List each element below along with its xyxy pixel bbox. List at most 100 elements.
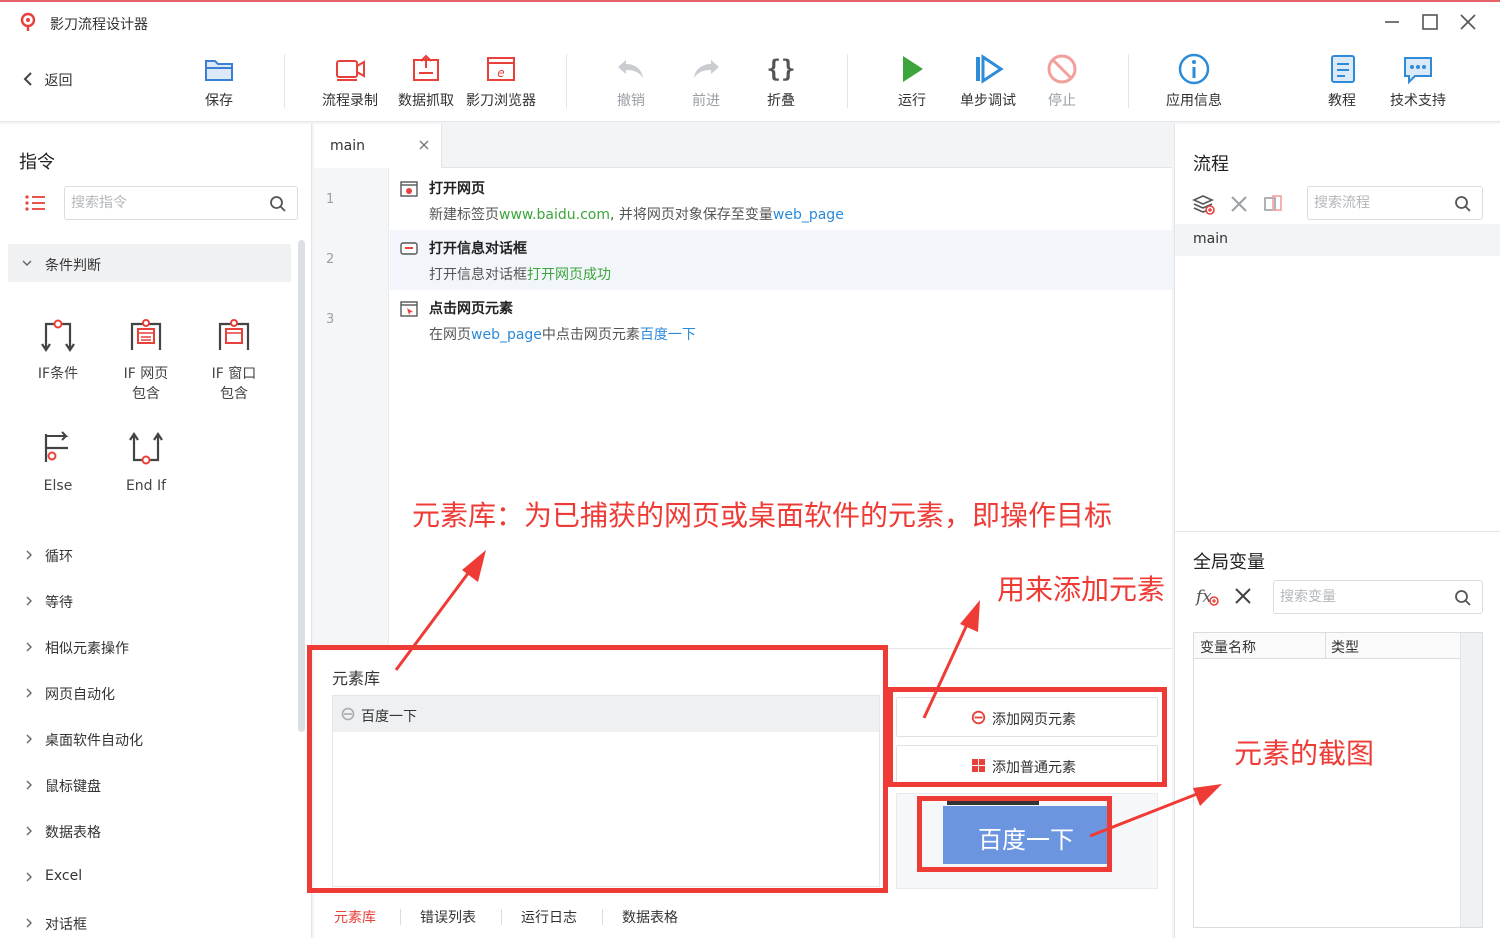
category-item[interactable]: 数据表格 — [8, 814, 291, 848]
variable-search-input[interactable] — [1280, 581, 1448, 613]
command-if-webpage-contains[interactable]: IF 网页 包含 — [102, 316, 190, 404]
save-button[interactable]: 保存 — [179, 48, 259, 114]
browser-button[interactable]: e 影刀浏览器 — [461, 48, 541, 114]
run-button[interactable]: 运行 — [872, 48, 952, 114]
tab-run-log[interactable]: 运行日志 — [521, 907, 577, 927]
category-label: 等待 — [45, 595, 73, 611]
desc-text: 新建标签页 — [429, 207, 499, 223]
undo-icon — [618, 60, 643, 78]
delete-icon[interactable] — [1227, 192, 1251, 216]
flow-search — [1307, 186, 1483, 220]
column-header-name: 变量名称 — [1200, 640, 1256, 656]
category-label: 鼠标键盘 — [45, 779, 101, 795]
tab-data-table[interactable]: 数据表格 — [622, 907, 678, 927]
add-flow-icon[interactable] — [1191, 192, 1215, 216]
search-icon[interactable] — [269, 195, 287, 213]
flow-search-input[interactable] — [1314, 187, 1448, 219]
list-icon[interactable] — [24, 194, 46, 212]
category-item[interactable]: Excel — [8, 860, 291, 894]
app-info-button[interactable]: 应用信息 — [1154, 48, 1234, 114]
step-description: 在网页web_page中点击网页元素百度一下 — [429, 324, 696, 344]
command-label: Else — [43, 478, 73, 494]
tab-divider — [602, 909, 603, 925]
tab-label: main — [330, 138, 365, 154]
back-button[interactable]: 返回 — [22, 70, 72, 90]
toolbar-divider — [284, 54, 285, 108]
title-bar: 影刀流程设计器 — [0, 0, 1500, 40]
delete-variable-icon[interactable] — [1231, 584, 1255, 608]
search-icon[interactable] — [1454, 589, 1472, 607]
redo-button[interactable]: 前进 — [666, 48, 746, 114]
message-dialog-icon — [400, 242, 418, 255]
category-item[interactable]: 对话框 — [8, 906, 291, 938]
info-icon — [1178, 53, 1210, 85]
category-label: 循环 — [45, 549, 73, 565]
video-record-icon — [336, 60, 365, 81]
chevron-right-icon — [26, 550, 32, 560]
command-search-input[interactable] — [71, 187, 263, 219]
maximize-icon[interactable] — [1418, 10, 1442, 34]
flow-list-area — [1175, 256, 1500, 532]
redo-icon — [694, 60, 719, 78]
scrape-button[interactable]: 数据抓取 — [386, 48, 466, 114]
run-label: 运行 — [898, 93, 926, 109]
fold-button[interactable]: {} 折叠 — [741, 48, 821, 114]
category-item[interactable]: 循环 — [8, 538, 291, 572]
category-condition[interactable]: 条件判断 — [8, 244, 291, 282]
category-item[interactable]: 相似元素操作 — [8, 630, 291, 664]
annotation-screenshot-note: 元素的截图 — [1234, 737, 1375, 770]
support-button[interactable]: 技术支持 — [1378, 48, 1458, 114]
minimize-icon[interactable] — [1380, 10, 1404, 34]
step-description: 新建标签页www.baidu.com, 并将网页对象保存至变量web_page — [429, 204, 844, 224]
close-icon[interactable] — [1456, 10, 1480, 34]
annotation-add-note: 用来添加元素 — [997, 573, 1166, 606]
step-row[interactable]: 点击网页元素 在网页web_page中点击网页元素百度一下 — [390, 290, 1172, 350]
stop-button[interactable]: 停止 — [1022, 48, 1102, 114]
upload-data-icon — [413, 54, 439, 81]
category-item[interactable]: 鼠标键盘 — [8, 768, 291, 802]
add-variable-icon[interactable]: fx — [1195, 584, 1219, 608]
undo-button[interactable]: 撤销 — [591, 48, 671, 114]
command-if-condition[interactable]: IF条件 — [14, 316, 102, 384]
tab-main[interactable]: main — [314, 124, 442, 168]
command-end-if[interactable]: End If — [102, 428, 190, 496]
redo-label: 前进 — [692, 93, 720, 109]
tab-divider — [400, 909, 401, 925]
category-item[interactable]: 桌面软件自动化 — [8, 722, 291, 756]
commands-scrollbar[interactable] — [298, 240, 305, 732]
category-item[interactable]: 等待 — [8, 584, 291, 618]
toolbar-divider — [847, 54, 848, 108]
annotation-box-add-buttons — [888, 687, 1167, 787]
desc-variable: web_page — [471, 327, 542, 343]
undo-label: 撤销 — [617, 93, 645, 109]
category-item[interactable]: 网页自动化 — [8, 676, 291, 710]
step-row[interactable]: 打开网页 新建标签页www.baidu.com, 并将网页对象保存至变量web_… — [390, 170, 1172, 230]
command-if-window-contains[interactable]: IF 窗口 包含 — [190, 316, 278, 404]
scrape-label: 数据抓取 — [398, 93, 454, 109]
flow-item-main[interactable]: main — [1175, 224, 1500, 256]
tab-error-list[interactable]: 错误列表 — [420, 907, 476, 927]
variables-table: 变量名称 类型 — [1193, 632, 1483, 928]
command-else[interactable]: Else — [14, 428, 102, 496]
book-icon — [1331, 55, 1355, 83]
flow-item-label: main — [1193, 231, 1228, 247]
copy-flow-icon[interactable] — [1261, 192, 1285, 216]
command-label: 包含 — [220, 386, 248, 402]
browser-label: 影刀浏览器 — [466, 93, 536, 109]
step-row[interactable]: 打开信息对话框 打开信息对话框打开网页成功 — [390, 230, 1172, 290]
chevron-right-icon — [26, 734, 32, 744]
record-button[interactable]: 流程录制 — [310, 48, 390, 114]
tab-element-library[interactable]: 元素库 — [334, 907, 376, 927]
tutorial-button[interactable]: 教程 — [1302, 48, 1382, 114]
search-icon[interactable] — [1454, 195, 1472, 213]
support-label: 技术支持 — [1390, 93, 1446, 109]
record-label: 流程录制 — [322, 93, 378, 109]
chevron-right-icon — [26, 780, 32, 790]
category-label: 桌面软件自动化 — [45, 733, 143, 749]
browser-icon: e — [487, 57, 515, 81]
step-debug-button[interactable]: 单步调试 — [948, 48, 1028, 114]
close-icon[interactable] — [418, 139, 430, 151]
braces-icon: {} — [767, 55, 796, 83]
variables-scrollbar[interactable] — [1460, 633, 1482, 927]
desc-variable: web_page — [772, 207, 844, 223]
